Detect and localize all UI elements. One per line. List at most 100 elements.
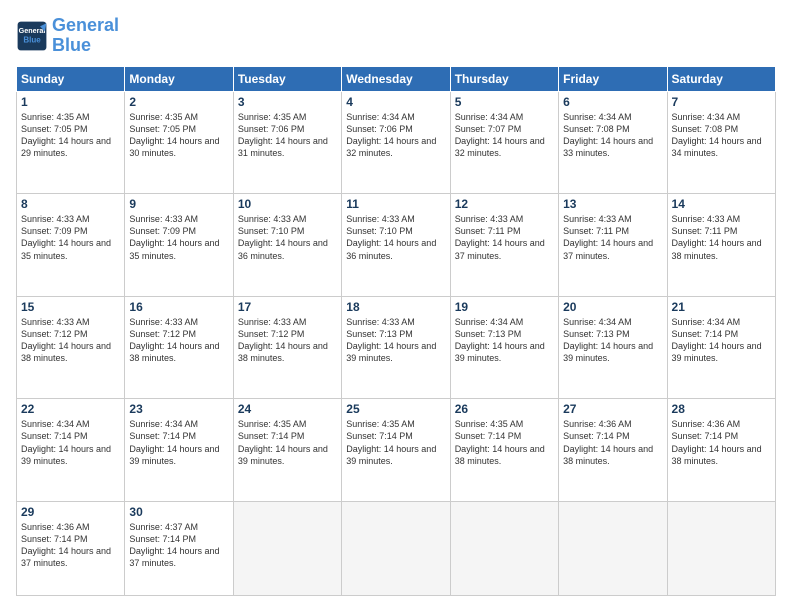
calendar-cell: 23 Sunrise: 4:34 AM Sunset: 7:14 PM Dayl… [125,399,233,502]
calendar-cell: 1 Sunrise: 4:35 AM Sunset: 7:05 PM Dayli… [17,91,125,194]
day-info: Sunrise: 4:36 AM Sunset: 7:14 PM Dayligh… [21,521,120,570]
calendar-cell: 12 Sunrise: 4:33 AM Sunset: 7:11 PM Dayl… [450,194,558,297]
day-number: 8 [21,197,120,211]
day-info: Sunrise: 4:34 AM Sunset: 7:13 PM Dayligh… [563,316,662,365]
day-info: Sunrise: 4:33 AM Sunset: 7:09 PM Dayligh… [129,213,228,262]
svg-text:Blue: Blue [23,35,41,44]
calendar-cell: 25 Sunrise: 4:35 AM Sunset: 7:14 PM Dayl… [342,399,450,502]
day-number: 9 [129,197,228,211]
day-info: Sunrise: 4:35 AM Sunset: 7:14 PM Dayligh… [346,418,445,467]
calendar-cell: 6 Sunrise: 4:34 AM Sunset: 7:08 PM Dayli… [559,91,667,194]
weekday-header-saturday: Saturday [667,66,775,91]
day-number: 16 [129,300,228,314]
day-info: Sunrise: 4:34 AM Sunset: 7:07 PM Dayligh… [455,111,554,160]
day-info: Sunrise: 4:35 AM Sunset: 7:14 PM Dayligh… [455,418,554,467]
day-info: Sunrise: 4:34 AM Sunset: 7:13 PM Dayligh… [455,316,554,365]
calendar-cell: 19 Sunrise: 4:34 AM Sunset: 7:13 PM Dayl… [450,296,558,399]
calendar-cell: 9 Sunrise: 4:33 AM Sunset: 7:09 PM Dayli… [125,194,233,297]
weekday-header-friday: Friday [559,66,667,91]
day-number: 23 [129,402,228,416]
calendar-cell: 28 Sunrise: 4:36 AM Sunset: 7:14 PM Dayl… [667,399,775,502]
day-info: Sunrise: 4:33 AM Sunset: 7:11 PM Dayligh… [563,213,662,262]
day-number: 19 [455,300,554,314]
calendar-cell [559,501,667,595]
week-row-1: 1 Sunrise: 4:35 AM Sunset: 7:05 PM Dayli… [17,91,776,194]
calendar-cell [667,501,775,595]
calendar-cell: 8 Sunrise: 4:33 AM Sunset: 7:09 PM Dayli… [17,194,125,297]
day-info: Sunrise: 4:33 AM Sunset: 7:12 PM Dayligh… [238,316,337,365]
day-info: Sunrise: 4:34 AM Sunset: 7:14 PM Dayligh… [21,418,120,467]
weekday-header-thursday: Thursday [450,66,558,91]
day-info: Sunrise: 4:33 AM Sunset: 7:09 PM Dayligh… [21,213,120,262]
calendar-cell: 7 Sunrise: 4:34 AM Sunset: 7:08 PM Dayli… [667,91,775,194]
day-info: Sunrise: 4:34 AM Sunset: 7:06 PM Dayligh… [346,111,445,160]
day-number: 22 [21,402,120,416]
day-info: Sunrise: 4:33 AM Sunset: 7:11 PM Dayligh… [672,213,771,262]
calendar-cell: 3 Sunrise: 4:35 AM Sunset: 7:06 PM Dayli… [233,91,341,194]
day-info: Sunrise: 4:33 AM Sunset: 7:11 PM Dayligh… [455,213,554,262]
day-info: Sunrise: 4:36 AM Sunset: 7:14 PM Dayligh… [672,418,771,467]
day-number: 17 [238,300,337,314]
day-number: 20 [563,300,662,314]
day-info: Sunrise: 4:35 AM Sunset: 7:05 PM Dayligh… [129,111,228,160]
day-number: 4 [346,95,445,109]
day-info: Sunrise: 4:34 AM Sunset: 7:14 PM Dayligh… [129,418,228,467]
logo-text: General Blue [52,16,119,56]
day-number: 27 [563,402,662,416]
calendar-cell: 17 Sunrise: 4:33 AM Sunset: 7:12 PM Dayl… [233,296,341,399]
calendar-cell: 14 Sunrise: 4:33 AM Sunset: 7:11 PM Dayl… [667,194,775,297]
day-number: 12 [455,197,554,211]
day-number: 6 [563,95,662,109]
day-info: Sunrise: 4:36 AM Sunset: 7:14 PM Dayligh… [563,418,662,467]
day-info: Sunrise: 4:34 AM Sunset: 7:08 PM Dayligh… [563,111,662,160]
calendar-cell: 18 Sunrise: 4:33 AM Sunset: 7:13 PM Dayl… [342,296,450,399]
day-number: 26 [455,402,554,416]
logo: General Blue General Blue [16,16,119,56]
calendar-table: SundayMondayTuesdayWednesdayThursdayFrid… [16,66,776,596]
calendar-cell: 20 Sunrise: 4:34 AM Sunset: 7:13 PM Dayl… [559,296,667,399]
day-number: 21 [672,300,771,314]
week-row-3: 15 Sunrise: 4:33 AM Sunset: 7:12 PM Dayl… [17,296,776,399]
week-row-4: 22 Sunrise: 4:34 AM Sunset: 7:14 PM Dayl… [17,399,776,502]
logo-icon: General Blue [16,20,48,52]
calendar-cell: 22 Sunrise: 4:34 AM Sunset: 7:14 PM Dayl… [17,399,125,502]
calendar-cell [233,501,341,595]
day-info: Sunrise: 4:33 AM Sunset: 7:10 PM Dayligh… [346,213,445,262]
calendar-cell [450,501,558,595]
calendar-cell: 11 Sunrise: 4:33 AM Sunset: 7:10 PM Dayl… [342,194,450,297]
day-number: 11 [346,197,445,211]
calendar-cell: 30 Sunrise: 4:37 AM Sunset: 7:14 PM Dayl… [125,501,233,595]
weekday-header-sunday: Sunday [17,66,125,91]
calendar-cell: 24 Sunrise: 4:35 AM Sunset: 7:14 PM Dayl… [233,399,341,502]
day-number: 1 [21,95,120,109]
calendar-cell: 4 Sunrise: 4:34 AM Sunset: 7:06 PM Dayli… [342,91,450,194]
day-number: 28 [672,402,771,416]
day-number: 24 [238,402,337,416]
day-number: 25 [346,402,445,416]
day-number: 7 [672,95,771,109]
day-number: 14 [672,197,771,211]
calendar-cell: 27 Sunrise: 4:36 AM Sunset: 7:14 PM Dayl… [559,399,667,502]
calendar-cell: 2 Sunrise: 4:35 AM Sunset: 7:05 PM Dayli… [125,91,233,194]
calendar-cell: 16 Sunrise: 4:33 AM Sunset: 7:12 PM Dayl… [125,296,233,399]
week-row-5: 29 Sunrise: 4:36 AM Sunset: 7:14 PM Dayl… [17,501,776,595]
calendar-cell: 10 Sunrise: 4:33 AM Sunset: 7:10 PM Dayl… [233,194,341,297]
week-row-2: 8 Sunrise: 4:33 AM Sunset: 7:09 PM Dayli… [17,194,776,297]
day-number: 18 [346,300,445,314]
day-number: 30 [129,505,228,519]
calendar-cell [342,501,450,595]
day-number: 3 [238,95,337,109]
calendar-cell: 15 Sunrise: 4:33 AM Sunset: 7:12 PM Dayl… [17,296,125,399]
calendar-cell: 29 Sunrise: 4:36 AM Sunset: 7:14 PM Dayl… [17,501,125,595]
day-info: Sunrise: 4:33 AM Sunset: 7:12 PM Dayligh… [129,316,228,365]
day-number: 2 [129,95,228,109]
day-number: 13 [563,197,662,211]
calendar-cell: 21 Sunrise: 4:34 AM Sunset: 7:14 PM Dayl… [667,296,775,399]
day-info: Sunrise: 4:35 AM Sunset: 7:14 PM Dayligh… [238,418,337,467]
day-info: Sunrise: 4:33 AM Sunset: 7:13 PM Dayligh… [346,316,445,365]
day-number: 5 [455,95,554,109]
weekday-header-wednesday: Wednesday [342,66,450,91]
day-info: Sunrise: 4:33 AM Sunset: 7:12 PM Dayligh… [21,316,120,365]
day-info: Sunrise: 4:35 AM Sunset: 7:05 PM Dayligh… [21,111,120,160]
header: General Blue General Blue [16,16,776,56]
